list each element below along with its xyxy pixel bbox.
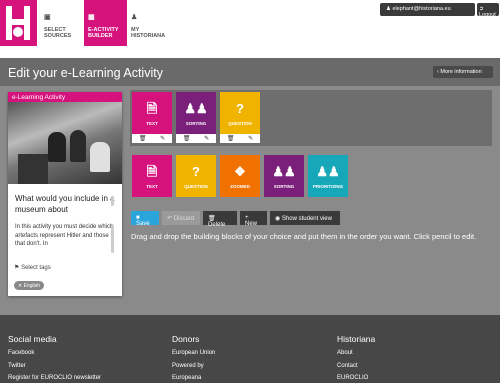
title-bar: Edit your e-Learning Activity ‹ More inf… bbox=[0, 58, 500, 86]
question-scrollbar[interactable] bbox=[111, 196, 114, 206]
footer: Social media Facebook Twitter Register f… bbox=[0, 315, 500, 383]
show-label: Show student view bbox=[281, 215, 332, 222]
footer-link-about[interactable]: About bbox=[337, 347, 375, 360]
footer-donors: Donors European Union Powered by Europea… bbox=[172, 333, 215, 383]
nav-label: E-ACTIVITY BUILDER bbox=[88, 27, 119, 39]
nav-e-activity-builder[interactable]: ▦ E-ACTIVITY BUILDER bbox=[84, 0, 128, 46]
available-block-zoomed[interactable]: ❖ ZOOMED bbox=[220, 155, 260, 197]
block-label: QUESTION bbox=[228, 121, 252, 126]
footer-link-twitter[interactable]: Twitter bbox=[8, 360, 101, 373]
footer-link-europeana[interactable]: Europeana bbox=[172, 372, 215, 383]
nav-label: SELECT SOURCES bbox=[44, 27, 72, 39]
new-button[interactable]: + New bbox=[240, 211, 267, 227]
select-tags-label: Select tags bbox=[21, 265, 51, 271]
footer-social: Social media Facebook Twitter Register f… bbox=[8, 333, 101, 383]
footer-link-european-union[interactable]: European Union bbox=[172, 347, 215, 360]
discard-button[interactable]: ↶ Discard bbox=[162, 211, 200, 225]
top-header: ▣ SELECT SOURCES ▦ E-ACTIVITY BUILDER ♟ … bbox=[0, 0, 500, 58]
card-header: e-Learning Activity bbox=[8, 92, 122, 102]
available-block-sorting[interactable]: ♟♟ SORTING bbox=[264, 155, 304, 197]
block-label: PRIORITIZING bbox=[312, 184, 344, 189]
nav-select-sources[interactable]: ▣ SELECT SOURCES bbox=[40, 0, 84, 46]
available-block-text[interactable]: 🗎 TEXT bbox=[132, 155, 172, 197]
block-label: SORTING bbox=[273, 184, 295, 189]
delete-label: Delete bbox=[208, 221, 226, 228]
block-controls: 🗑 ✎ bbox=[132, 134, 172, 143]
historiana-logo[interactable] bbox=[0, 0, 37, 46]
footer-heading: Historiana bbox=[337, 334, 376, 344]
document-icon: 🗎 bbox=[146, 101, 158, 116]
person-icon: ♟ bbox=[386, 6, 391, 12]
activity-question-field[interactable]: What would you include in a museum about bbox=[15, 193, 116, 221]
page-title: Edit your e-Learning Activity bbox=[8, 66, 163, 80]
discard-label: Discard bbox=[173, 215, 195, 222]
selected-block-sorting[interactable]: ♟♟ SORTING bbox=[176, 92, 216, 134]
description-scrollbar[interactable] bbox=[111, 225, 114, 253]
footer-link-euroclio[interactable]: EUROCLIO bbox=[337, 372, 375, 383]
block-label: ZOOMED bbox=[230, 184, 250, 189]
language-tag[interactable]: ✕ English bbox=[14, 281, 44, 290]
person-icon: ♟ bbox=[131, 14, 138, 21]
activity-description-field[interactable]: In this activity you must decide which a… bbox=[15, 223, 116, 258]
footer-heading: Social media bbox=[8, 334, 57, 344]
trash-icon[interactable]: 🗑 bbox=[183, 135, 191, 142]
save-button[interactable]: ■ Save bbox=[131, 211, 159, 227]
block-controls: 🗑 ✎ bbox=[220, 134, 260, 143]
trash-icon[interactable]: 🗑 bbox=[227, 135, 235, 142]
zoom-icon: ❖ bbox=[234, 164, 246, 179]
people-icon: ♟♟ bbox=[316, 164, 340, 179]
pencil-icon[interactable]: ✎ bbox=[204, 135, 209, 142]
footer-historiana: Historiana About Contact EUROCLIO bbox=[337, 333, 375, 383]
delete-button[interactable]: 🗑 Delete bbox=[203, 211, 237, 228]
pencil-icon[interactable]: ✎ bbox=[160, 135, 165, 142]
block-label: SORTING bbox=[185, 121, 207, 126]
show-student-view-button[interactable]: ◉ Show student view bbox=[270, 211, 340, 225]
undo-icon: ↶ bbox=[167, 215, 173, 222]
language-tag-label: English bbox=[23, 282, 40, 289]
grid-icon: ▦ bbox=[88, 14, 95, 21]
close-icon: ✕ bbox=[18, 282, 23, 289]
more-info-label: More information bbox=[440, 69, 482, 75]
activity-image bbox=[8, 102, 122, 184]
pencil-icon[interactable]: ✎ bbox=[248, 135, 253, 142]
selected-block-question[interactable]: ? QUESTION bbox=[220, 92, 260, 134]
available-block-question[interactable]: ? QUESTION bbox=[176, 155, 216, 197]
people-icon: ♟♟ bbox=[272, 164, 296, 179]
selected-block-text[interactable]: 🗎 TEXT bbox=[132, 92, 172, 134]
nav-label: MY HISTORIANA bbox=[131, 27, 166, 39]
block-label: QUESTION bbox=[184, 184, 208, 189]
available-block-prioritizing[interactable]: ♟♟ PRIORITIZING bbox=[308, 155, 348, 197]
question-icon: ? bbox=[192, 164, 200, 179]
footer-heading: Donors bbox=[172, 334, 200, 344]
eye-icon: ◉ bbox=[275, 215, 281, 222]
document-icon: 🗎 bbox=[146, 164, 158, 179]
block-label: TEXT bbox=[146, 121, 158, 126]
more-information-button[interactable]: ‹ More information bbox=[433, 66, 493, 78]
logout-button[interactable]: ➲ Logout bbox=[477, 3, 499, 18]
people-icon: ♟♟ bbox=[184, 101, 208, 116]
footer-link-contact[interactable]: Contact bbox=[337, 360, 375, 373]
block-controls: 🗑 ✎ bbox=[176, 134, 216, 143]
block-label: TEXT bbox=[146, 184, 158, 189]
footer-text-powered-by: Powered by bbox=[172, 362, 204, 369]
tag-icon: ⚑ bbox=[14, 265, 20, 271]
footer-link-facebook[interactable]: Facebook bbox=[8, 347, 101, 360]
chevron-left-icon: ‹ bbox=[437, 69, 439, 75]
trash-icon[interactable]: 🗑 bbox=[139, 135, 147, 142]
user-account-button[interactable]: ♟ elephant@historiana.eu bbox=[380, 3, 475, 16]
question-icon: ? bbox=[236, 101, 244, 116]
new-label: New bbox=[245, 220, 258, 227]
select-tags[interactable]: ⚑ Select tags bbox=[14, 264, 51, 271]
instructions-text: Drag and drop the building blocks of you… bbox=[131, 232, 477, 241]
save-label: Save bbox=[136, 220, 150, 227]
image-icon: ▣ bbox=[44, 14, 51, 21]
logout-label: Logout bbox=[479, 12, 496, 18]
user-email: elephant@historiana.eu bbox=[392, 6, 451, 12]
nav-my-historiana[interactable]: ♟ MY HISTORIANA bbox=[127, 0, 171, 46]
footer-link-newsletter[interactable]: Register for EUROCLIO newsletter bbox=[8, 372, 101, 383]
